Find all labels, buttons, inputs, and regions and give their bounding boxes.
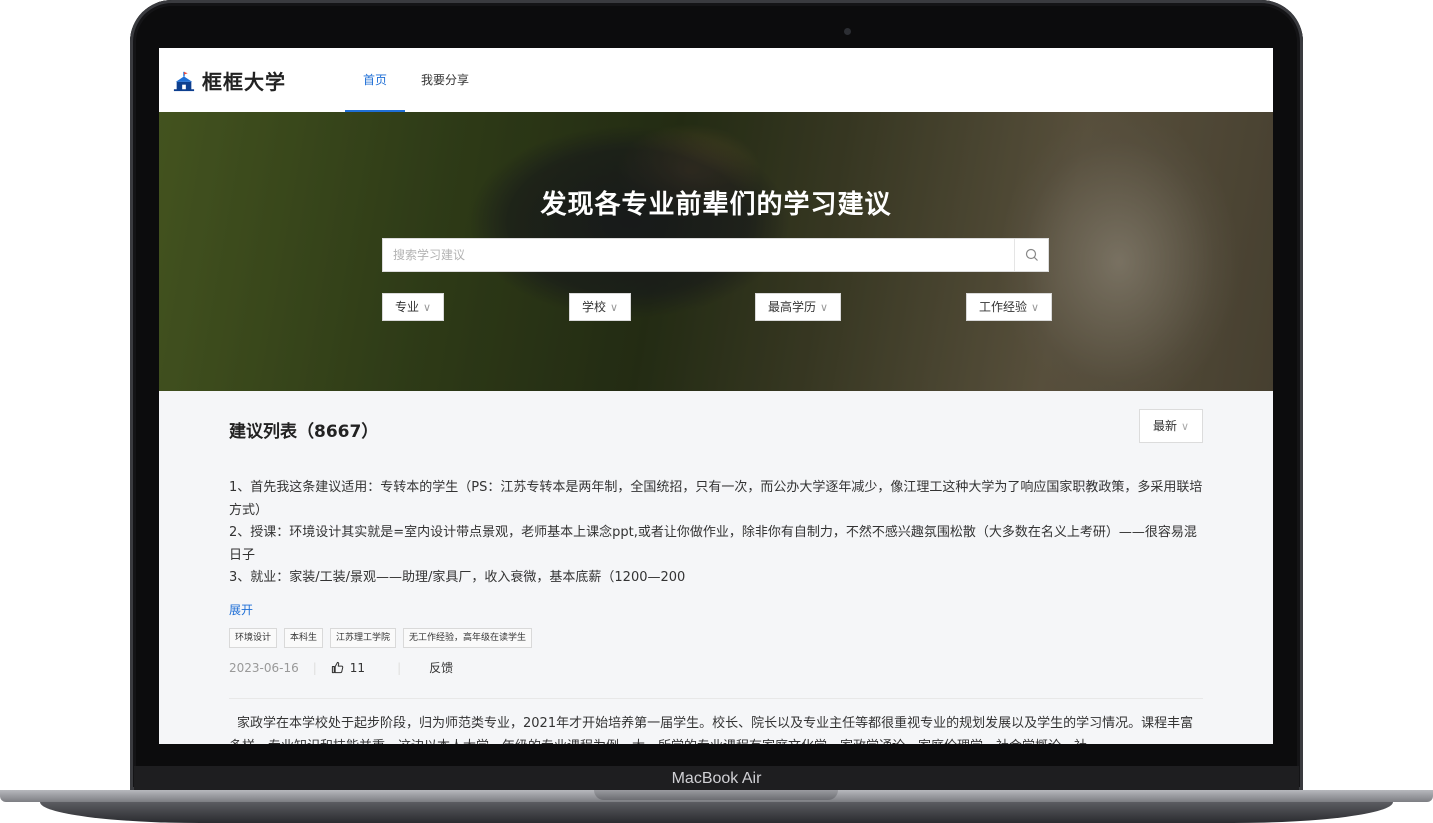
browser-screen: 框框大学 首页 我要分享 发现各专业前辈们的学习建议 专业∨ 学校∨ 最高学历∨…: [159, 48, 1273, 744]
post-line: 3、就业：家装/工装/景观——助理/家具厂，收入衰微，基本底薪（1200—200: [229, 570, 686, 585]
list-title: 建议列表（8667）: [229, 422, 379, 442]
post-body: 1、首先我这条建议适用：专转本的学生（PS：江苏专转本是两年制，全国统招，只有一…: [229, 477, 1203, 590]
tag[interactable]: 环境设计: [229, 628, 278, 648]
filter-major[interactable]: 专业 ∨: [382, 293, 445, 321]
device-label: MacBook Air: [671, 770, 762, 787]
laptop-notch: [594, 790, 838, 800]
school-house-icon: [173, 71, 195, 91]
tag[interactable]: 无工作经验，高年级在读学生: [403, 628, 533, 648]
search-box: [382, 238, 1049, 272]
search-icon: [1025, 248, 1038, 261]
post-line: 家政学在本学校处于起步阶段，归为师范类专业，2021年才开始培养第一届学生。校长…: [229, 716, 1194, 744]
post-body: 家政学在本学校处于起步阶段，归为师范类专业，2021年才开始培养第一届学生。校长…: [229, 713, 1203, 744]
logo-text: 框框大学: [202, 70, 286, 94]
filter-degree[interactable]: 最高学历 ∨: [755, 293, 842, 321]
filter-degree-label: 最高学历: [768, 300, 817, 314]
laptop-base-bottom: [40, 802, 1393, 823]
tag[interactable]: 本科生: [284, 628, 324, 648]
post-tags: 环境设计 本科生 江苏理工学院 无工作经验，高年级在读学生: [229, 628, 539, 648]
hero-title: 发现各专业前辈们的学习建议: [540, 190, 892, 220]
filter-major-label: 专业: [395, 300, 420, 314]
camera-icon: [844, 28, 851, 35]
feedback-link[interactable]: 反馈: [429, 659, 453, 676]
nav-share[interactable]: 我要分享: [421, 48, 469, 112]
laptop-base: [0, 790, 1433, 823]
filter-school-label: 学校: [582, 300, 607, 314]
site-logo[interactable]: 框框大学: [173, 66, 286, 95]
thumbs-up-icon: [331, 661, 344, 674]
expand-link[interactable]: 展开: [229, 601, 253, 618]
post-divider: [229, 698, 1203, 699]
filter-experience[interactable]: 工作经验 ∨: [966, 293, 1053, 321]
hero-banner: 发现各专业前辈们的学习建议 专业∨ 学校∨ 最高学历∨ 工作经验∨: [159, 112, 1273, 391]
like-count: 11: [349, 660, 366, 675]
chevron-down-icon: ∨: [423, 301, 432, 314]
chevron-down-icon: ∨: [1031, 301, 1040, 314]
search-button[interactable]: [1014, 239, 1048, 271]
filter-school[interactable]: 学校 ∨: [569, 293, 632, 321]
filter-experience-label: 工作经验: [979, 300, 1028, 314]
nav-home[interactable]: 首页: [345, 48, 405, 112]
chevron-down-icon: ∨: [820, 301, 829, 314]
tag[interactable]: 江苏理工学院: [330, 628, 397, 648]
meta-divider: |: [312, 660, 317, 675]
laptop-chin: MacBook Air: [134, 766, 1299, 790]
chevron-down-icon: ∨: [1180, 420, 1190, 433]
post-line: 1、首先我这条建议适用：专转本的学生（PS：江苏专转本是两年制，全国统招，只有一…: [229, 480, 1203, 518]
top-navbar: 框框大学 首页 我要分享: [159, 48, 1273, 113]
post-meta: 2023-06-16 | 11 | 反馈: [229, 659, 453, 676]
meta-divider: |: [397, 660, 402, 675]
search-input[interactable]: [383, 239, 1015, 271]
sort-dropdown[interactable]: 最新 ∨: [1139, 409, 1203, 443]
post-date: 2023-06-16: [229, 660, 299, 675]
sort-label: 最新: [1152, 419, 1177, 433]
post-line: 2、授课：环境设计其实就是=室内设计带点景观，老师基本上课念ppt,或者让你做作…: [229, 525, 1197, 563]
like-button[interactable]: 11: [331, 661, 365, 675]
chevron-down-icon: ∨: [610, 301, 619, 314]
